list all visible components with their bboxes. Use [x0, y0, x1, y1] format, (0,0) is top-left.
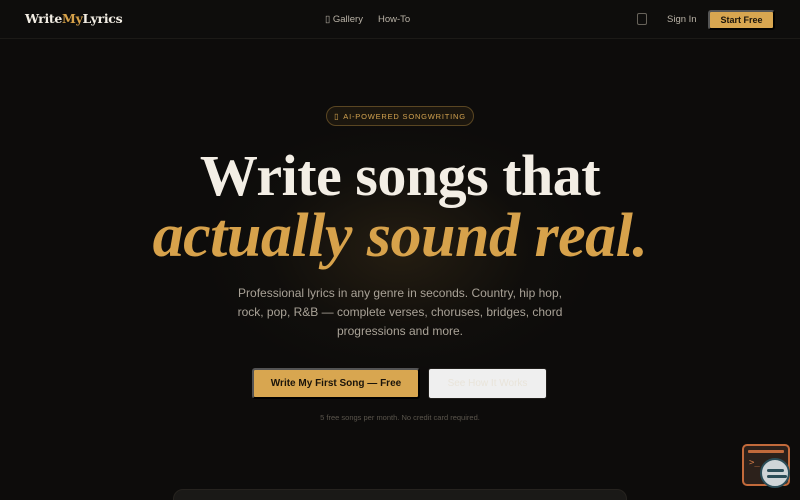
free-songs-note: 5 free songs per month. No credit card r… — [320, 413, 480, 422]
chat-icon-line-2 — [767, 475, 787, 478]
logo-part-write: Write — [25, 11, 63, 26]
nav-link-how-to[interactable]: How-To — [378, 14, 410, 25]
logo-part-lyrics: Lyrics — [82, 11, 123, 26]
see-how-it-works-button[interactable]: See How It Works — [428, 368, 547, 399]
hero-subtitle: Professional lyrics in any genre in seco… — [237, 286, 563, 338]
headline-line-2: actually sound real. — [152, 202, 648, 270]
sign-in-link[interactable]: Sign In — [667, 14, 697, 25]
chat-icon-line-1 — [767, 469, 784, 472]
widget-title-bar — [748, 450, 784, 453]
badge-label: AI-POWERED SONGWRITING — [343, 111, 466, 121]
write-first-song-button[interactable]: Write My First Song — Free — [252, 368, 420, 399]
start-free-button[interactable]: Start Free — [708, 10, 775, 30]
chat-icon[interactable] — [760, 458, 790, 488]
nav-link-gallery[interactable]: ▯ Gallery — [325, 14, 363, 25]
ai-badge: ▯ AI-POWERED SONGWRITING — [326, 106, 474, 126]
preview-panel — [173, 489, 627, 500]
phone-icon[interactable] — [637, 13, 647, 25]
headline-line-1: Write songs that — [199, 143, 601, 208]
badge-icon: ▯ — [334, 111, 340, 121]
top-nav: WriteMyLyrics ▯ Gallery How-To Sign In S… — [0, 0, 800, 39]
widget-prompt: >_ — [749, 458, 760, 468]
logo-part-my: My — [62, 11, 83, 26]
logo[interactable]: WriteMyLyrics — [25, 11, 123, 26]
